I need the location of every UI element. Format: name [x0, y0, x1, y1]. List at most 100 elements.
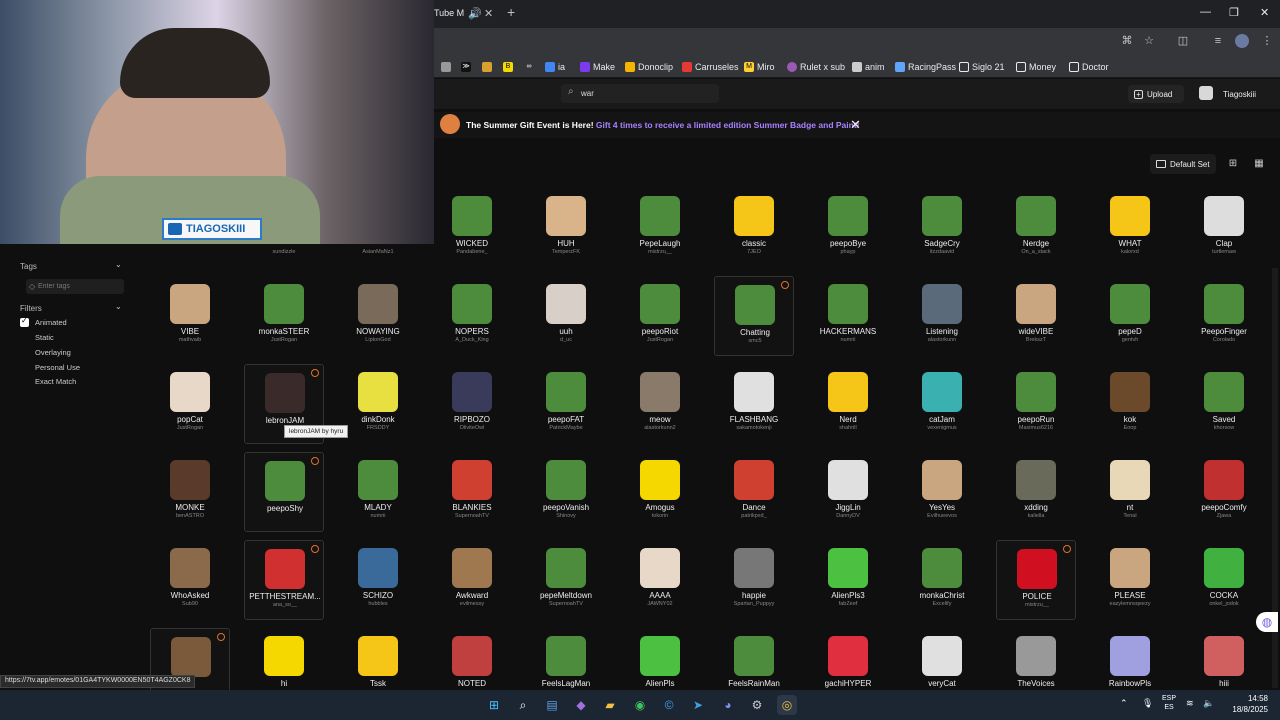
emote-card[interactable]: YesYes Evilhueevos	[902, 452, 982, 532]
bookmark-donoclip[interactable]: Donoclip	[625, 60, 673, 74]
steam-icon[interactable]: ⚙	[747, 695, 767, 715]
profile-icon[interactable]	[1235, 34, 1249, 48]
language-indicator[interactable]: ESP ES	[1162, 694, 1176, 712]
restore-icon[interactable]: ❐	[1229, 6, 1239, 19]
emote-card[interactable]: PLEASE eazylemnsqeezy	[1090, 540, 1170, 620]
emote-card[interactable]: hiii	[1184, 628, 1264, 692]
microphone-icon[interactable]: 🎙	[1142, 698, 1153, 709]
emote-card[interactable]: kok Eoop	[1090, 364, 1170, 444]
bookmark-miro[interactable]: M Miro	[744, 60, 775, 74]
tab-close-icon[interactable]: ✕	[484, 7, 493, 20]
emote-card[interactable]: dinkDonk FRSDDY	[338, 364, 418, 444]
emote-card[interactable]: POLICE mistrzu__	[996, 540, 1076, 620]
emote-card[interactable]: meow alastorkunn2	[620, 364, 700, 444]
emote-card[interactable]: HACKERMANS numrii	[808, 276, 888, 356]
emote-card[interactable]: Amogus tokorin	[620, 452, 700, 532]
emote-card[interactable]: Awkward evilmessy	[432, 540, 512, 620]
emote-card[interactable]: SadgeCry itzzdaavid	[902, 188, 982, 268]
user-name[interactable]: Tiagoskiii	[1223, 90, 1256, 99]
banner-link[interactable]: Gift 4 times to receive a limited editio…	[596, 120, 860, 130]
discord-icon[interactable]: ◕	[718, 695, 738, 715]
emote-card[interactable]: WhoAsked Sub90	[150, 540, 230, 620]
emote-card[interactable]: WHAT kalorxd	[1090, 188, 1170, 268]
emote-card[interactable]: peepoRun Maximus6216	[996, 364, 1076, 444]
new-tab-icon[interactable]: +	[507, 4, 515, 20]
emote-card[interactable]: pepeMeltdown SupernoahTV	[526, 540, 606, 620]
emote-card[interactable]: NOPERS A_Duck_King	[432, 276, 512, 356]
emote-card[interactable]: AlienPls	[620, 628, 700, 692]
bookmark-rulet[interactable]: Rulet x sub	[787, 60, 845, 74]
emote-card[interactable]: Clap turtlemaw	[1184, 188, 1264, 268]
bookmark-folder-money[interactable]: Money	[1016, 60, 1056, 74]
search-bar[interactable]: ⌕	[561, 84, 719, 103]
emote-card[interactable]: happie Spartan_Puppyy	[714, 540, 794, 620]
extension-widget-icon[interactable]: ◍	[1256, 612, 1278, 632]
emote-card[interactable]: NOTED	[432, 628, 512, 692]
emote-card[interactable]: Listening alastorkunn	[902, 276, 982, 356]
emote-card[interactable]: TheVoices	[996, 628, 1076, 692]
telegram-icon[interactable]: ➤	[688, 695, 708, 715]
compact-view-icon[interactable]: ▦	[1251, 156, 1267, 172]
emote-card[interactable]: MLADY numrii	[338, 452, 418, 532]
volume-icon[interactable]: 🔈	[1203, 698, 1214, 709]
search-icon[interactable]: ⌕	[513, 695, 533, 715]
grid-view-icon[interactable]: ⊞	[1225, 156, 1241, 172]
emote-card[interactable]: peepoVanish Shinovy	[526, 452, 606, 532]
emote-card[interactable]: RainbowPls	[1090, 628, 1170, 692]
emote-card[interactable]: BLANKIES SupernoahTV	[432, 452, 512, 532]
emote-card[interactable]: RIPBOZO OliviteOwl	[432, 364, 512, 444]
emote-card[interactable]: FLASHBANG sakamotokenji	[714, 364, 794, 444]
bookmark-icon[interactable]: B	[503, 60, 513, 74]
emote-card[interactable]: PepeLaugh mistrzu__	[620, 188, 700, 268]
emote-card[interactable]: nt Tenal	[1090, 452, 1170, 532]
emote-card[interactable]: VIBE mathvaib	[150, 276, 230, 356]
emote-card[interactable]: uuh d_uc	[526, 276, 606, 356]
emote-card[interactable]: JiggLin DannyDV	[808, 452, 888, 532]
emote-card[interactable]: classic 7JEO	[714, 188, 794, 268]
emote-card[interactable]: Dance patrikpxd_	[714, 452, 794, 532]
bookmark-folder-siglo21[interactable]: Siglo 21	[959, 60, 1005, 74]
emote-card[interactable]: NOWAYING LiptonGod	[338, 276, 418, 356]
emote-card[interactable]: WICKED Pandabene_	[432, 188, 512, 268]
close-icon[interactable]: ✕	[850, 117, 861, 133]
chevron-down-icon[interactable]: ⌄	[115, 302, 122, 311]
emote-card[interactable]: gachiHYPER	[808, 628, 888, 692]
emote-card[interactable]: SCHIZO hubbles	[338, 540, 418, 620]
bookmark-icon[interactable]: ≫	[461, 60, 471, 74]
emote-card[interactable]: HUH TemperzFK	[526, 188, 606, 268]
bookmark-icon[interactable]: ∞	[524, 60, 534, 74]
translate-icon[interactable]: ⌘	[1120, 34, 1134, 48]
notepad-icon[interactable]: ▤	[542, 695, 562, 715]
app-icon[interactable]: ◆	[571, 695, 591, 715]
emote-card[interactable]: monkaSTEER JustRogan	[244, 276, 324, 356]
emote-card[interactable]: peepoBye phayp	[808, 188, 888, 268]
emote-card[interactable]: AlienPls3 fabZeef	[808, 540, 888, 620]
app-c-icon[interactable]: ©	[659, 695, 679, 715]
search-input[interactable]	[581, 87, 711, 100]
emote-card[interactable]: xdding kaliella	[996, 452, 1076, 532]
whatsapp-icon[interactable]: ◉	[630, 695, 650, 715]
media-icon[interactable]: ≡	[1211, 34, 1225, 48]
emote-card[interactable]: FeelsLagMan	[526, 628, 606, 692]
clock-date[interactable]: 18/8/2025	[1222, 705, 1268, 714]
bookmark-icon[interactable]	[441, 60, 451, 74]
wifi-icon[interactable]: ≋	[1186, 698, 1194, 709]
tab-audio-icon[interactable]: 🔊	[468, 7, 482, 20]
default-set-button[interactable]: Default Set	[1150, 154, 1216, 174]
emote-card[interactable]: COCKA onkel_jodok	[1184, 540, 1264, 620]
emote-card[interactable]: Saved khorsow	[1184, 364, 1264, 444]
filter-label-static[interactable]: Static	[35, 333, 54, 342]
emote-card[interactable]: peepoFAT PatrickMaybe	[526, 364, 606, 444]
emote-card[interactable]: peepoRiot JustRogan	[620, 276, 700, 356]
close-window-icon[interactable]: ✕	[1260, 6, 1269, 19]
emote-card[interactable]: wideVIBE BrekszT	[996, 276, 1076, 356]
browser-tab-title[interactable]: Tube M	[434, 8, 464, 18]
emote-card[interactable]: catJam vexenigmus	[902, 364, 982, 444]
windows-icon[interactable]: ⊞	[484, 695, 504, 715]
emote-card[interactable]: Chatting smc5	[714, 276, 794, 356]
chevron-down-icon[interactable]: ⌄	[115, 260, 122, 269]
clock-time[interactable]: 14:58	[1230, 694, 1268, 703]
minimize-icon[interactable]: —	[1200, 6, 1211, 18]
emote-card[interactable]: PeepoFinger Corolado	[1184, 276, 1264, 356]
chevron-up-icon[interactable]: ⌃	[1120, 698, 1128, 709]
